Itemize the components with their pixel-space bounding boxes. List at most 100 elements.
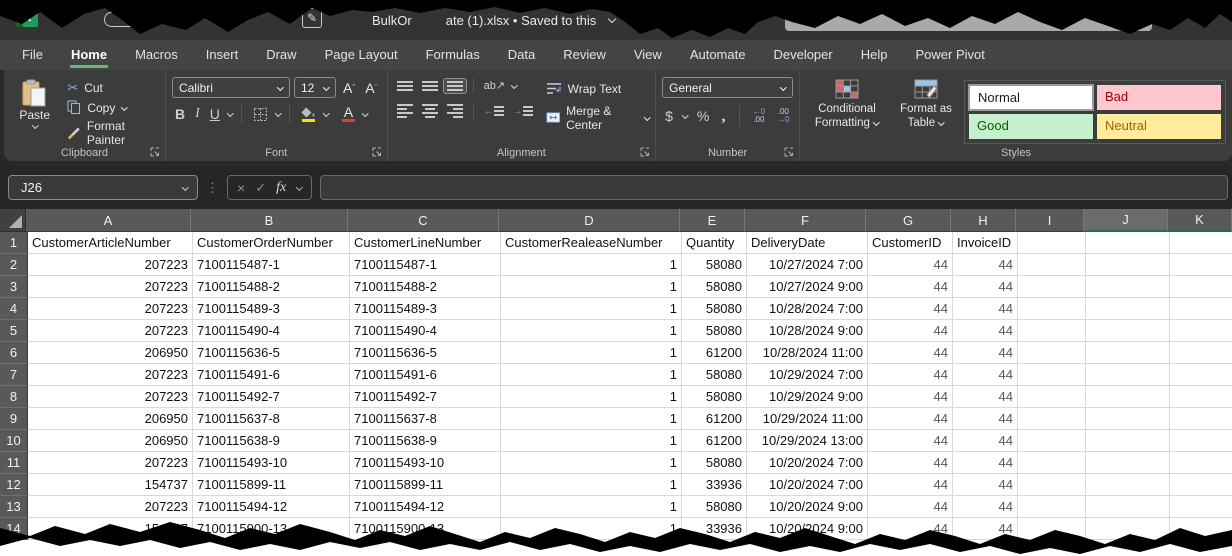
cell-A11[interactable]: 207223	[28, 452, 193, 474]
row-header-10[interactable]: 10	[0, 430, 28, 452]
menu-tab-review[interactable]: Review	[549, 40, 620, 70]
font-color-button[interactable]: A	[339, 104, 358, 124]
cell-B13[interactable]: 7100115494-12	[193, 496, 350, 518]
cell-E6[interactable]: 61200	[682, 342, 747, 364]
cell-G2[interactable]: 44	[868, 254, 953, 276]
menu-tab-help[interactable]: Help	[847, 40, 902, 70]
fill-color-chevron-icon[interactable]	[323, 111, 329, 117]
cell-I12[interactable]	[1018, 474, 1086, 496]
style-good[interactable]: Good	[969, 114, 1093, 139]
cell-E9[interactable]: 61200	[682, 408, 747, 430]
align-middle-button[interactable]	[419, 79, 441, 93]
row-header-14[interactable]: 14	[0, 518, 28, 540]
column-header-D[interactable]: D	[499, 209, 680, 232]
cell-B5[interactable]: 7100115490-4	[193, 320, 350, 342]
cell-D12[interactable]: 1	[501, 474, 682, 496]
cell-I9[interactable]	[1018, 408, 1086, 430]
cell-F6[interactable]: 10/28/2024 11:00	[747, 342, 868, 364]
cell-A9[interactable]: 206950	[28, 408, 193, 430]
cell-E2[interactable]: 58080	[682, 254, 747, 276]
cell-C11[interactable]: 7100115493-10	[350, 452, 501, 474]
fx-chevron-icon[interactable]	[296, 185, 302, 191]
row-header-6[interactable]: 6	[0, 342, 28, 364]
cell-K14[interactable]	[1170, 518, 1232, 540]
decrease-indent-button[interactable]: ←	[481, 104, 507, 119]
cell-B14[interactable]: 7100115900-13	[193, 518, 350, 540]
cell-B10[interactable]: 7100115638-9	[193, 430, 350, 452]
bold-button[interactable]: B	[172, 104, 188, 124]
column-header-K[interactable]: K	[1168, 209, 1232, 232]
cell-F8[interactable]: 10/29/2024 9:00	[747, 386, 868, 408]
cell-B1[interactable]: CustomerOrderNumber	[193, 232, 350, 254]
row-header-7[interactable]: 7	[0, 364, 28, 386]
title-chevron-icon[interactable]	[608, 16, 616, 24]
borders-chevron-icon[interactable]	[275, 111, 281, 117]
cell-F5[interactable]: 10/28/2024 9:00	[747, 320, 868, 342]
cell-A1[interactable]: CustomerArticleNumber	[28, 232, 193, 254]
cell-G11[interactable]: 44	[868, 452, 953, 474]
row-header-13[interactable]: 13	[0, 496, 28, 518]
cell-D2[interactable]: 1	[501, 254, 682, 276]
cell-B4[interactable]: 7100115489-3	[193, 298, 350, 320]
format-as-table-button[interactable]: Format as Table	[894, 77, 958, 145]
align-bottom-button[interactable]	[444, 79, 466, 93]
cell-H4[interactable]: 44	[953, 298, 1018, 320]
decrease-font-size-button[interactable]: Aˇ	[362, 78, 380, 98]
cell-G3[interactable]: 44	[868, 276, 953, 298]
cell-C5[interactable]: 7100115490-4	[350, 320, 501, 342]
cell-A10[interactable]: 206950	[28, 430, 193, 452]
cell-G1[interactable]: CustomerID	[868, 232, 953, 254]
cell-E11[interactable]: 58080	[682, 452, 747, 474]
cell-K3[interactable]	[1170, 276, 1232, 298]
menu-tab-data[interactable]: Data	[494, 40, 549, 70]
format-painter-button[interactable]: Format Painter	[67, 119, 159, 147]
cell-C3[interactable]: 7100115488-2	[350, 276, 501, 298]
cell-I2[interactable]	[1018, 254, 1086, 276]
menu-tab-power-pivot[interactable]: Power Pivot	[901, 40, 998, 70]
cell-F1[interactable]: DeliveryDate	[747, 232, 868, 254]
cell-I10[interactable]	[1018, 430, 1086, 452]
cell-E4[interactable]: 58080	[682, 298, 747, 320]
increase-decimal-button[interactable]: ←0.00	[750, 106, 768, 126]
menu-tab-page-layout[interactable]: Page Layout	[311, 40, 412, 70]
cell-D9[interactable]: 1	[501, 408, 682, 430]
cell-B11[interactable]: 7100115493-10	[193, 452, 350, 474]
menu-tab-file[interactable]: File	[8, 40, 57, 70]
name-box[interactable]: J26	[8, 175, 198, 200]
cell-H14[interactable]: 44	[953, 518, 1018, 540]
cell-K5[interactable]	[1170, 320, 1232, 342]
align-center-button[interactable]	[419, 102, 441, 120]
cell-I11[interactable]	[1018, 452, 1086, 474]
cell-B7[interactable]: 7100115491-6	[193, 364, 350, 386]
decrease-decimal-button[interactable]: .00→0	[774, 106, 792, 126]
cell-K10[interactable]	[1170, 430, 1232, 452]
cell-G9[interactable]: 44	[868, 408, 953, 430]
cell-J13[interactable]	[1086, 496, 1170, 518]
cell-B2[interactable]: 7100115487-1	[193, 254, 350, 276]
column-header-H[interactable]: H	[951, 209, 1016, 232]
cell-C10[interactable]: 7100115638-9	[350, 430, 501, 452]
increase-font-size-button[interactable]: Aˆ	[340, 78, 358, 98]
cell-F3[interactable]: 10/27/2024 9:00	[747, 276, 868, 298]
cell-I13[interactable]	[1018, 496, 1086, 518]
underline-chevron-icon[interactable]	[227, 111, 233, 117]
cell-G4[interactable]: 44	[868, 298, 953, 320]
cell-F14[interactable]: 10/20/2024 9:00	[747, 518, 868, 540]
column-header-E[interactable]: E	[680, 209, 745, 232]
cell-E10[interactable]: 61200	[682, 430, 747, 452]
cell-H8[interactable]: 44	[953, 386, 1018, 408]
cell-F7[interactable]: 10/29/2024 7:00	[747, 364, 868, 386]
cell-D10[interactable]: 1	[501, 430, 682, 452]
alignment-dialog-launcher[interactable]	[640, 147, 650, 157]
menu-tab-macros[interactable]: Macros	[121, 40, 192, 70]
row-header-1[interactable]: 1	[0, 232, 28, 254]
cell-F11[interactable]: 10/20/2024 7:00	[747, 452, 868, 474]
menu-tab-draw[interactable]: Draw	[252, 40, 310, 70]
row-header-2[interactable]: 2	[0, 254, 28, 276]
cell-F13[interactable]: 10/20/2024 9:00	[747, 496, 868, 518]
cell-D1[interactable]: CustomerRealeaseNumber	[501, 232, 682, 254]
edit-pencil-icon[interactable]: ✎	[302, 8, 322, 28]
menu-tab-automate[interactable]: Automate	[676, 40, 760, 70]
align-left-button[interactable]	[394, 102, 416, 120]
cell-A3[interactable]: 207223	[28, 276, 193, 298]
